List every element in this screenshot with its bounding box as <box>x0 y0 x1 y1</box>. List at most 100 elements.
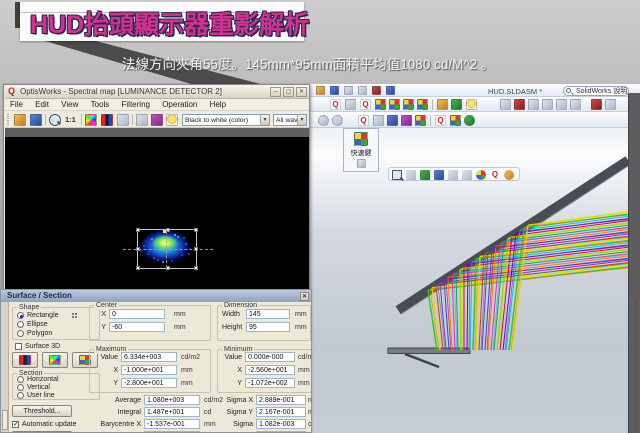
menu-file[interactable]: File <box>5 99 28 109</box>
filter-icon[interactable] <box>151 114 163 126</box>
drawing-icon[interactable] <box>605 99 616 110</box>
undo-icon[interactable] <box>358 86 367 95</box>
shape-ellipse-radio[interactable] <box>17 321 24 328</box>
material-icon[interactable] <box>401 115 412 126</box>
select-icon[interactable] <box>406 170 416 180</box>
section-userline-radio[interactable] <box>17 392 24 399</box>
max-x-input[interactable] <box>121 365 177 375</box>
lamp-icon[interactable] <box>166 114 178 126</box>
exploded-view-icon[interactable] <box>591 99 602 110</box>
resize-handle[interactable] <box>194 266 198 270</box>
menu-edit[interactable]: Edit <box>30 99 54 109</box>
mate-icon[interactable] <box>514 99 525 110</box>
resize-handle[interactable] <box>136 228 140 232</box>
clipboard-icon[interactable] <box>136 114 148 126</box>
resize-handle[interactable] <box>194 247 198 251</box>
sketch-icon[interactable] <box>556 99 567 110</box>
wavelength-dropdown[interactable]: All wavelengths ▾ <box>273 114 307 126</box>
center-y-input[interactable] <box>109 322 165 332</box>
resize-handle[interactable] <box>136 247 140 251</box>
color-triangle-icon[interactable] <box>85 114 97 126</box>
zoom-icon[interactable] <box>49 114 61 126</box>
previous-view-icon[interactable] <box>318 115 329 126</box>
quick-key-float[interactable]: 快速鍵 <box>343 128 379 172</box>
min-x-input[interactable] <box>245 365 295 375</box>
optis-simulation-icon[interactable]: Q <box>358 115 369 126</box>
move-dots-icon[interactable] <box>71 312 78 319</box>
menu-view[interactable]: View <box>56 99 83 109</box>
save-icon[interactable] <box>330 86 339 95</box>
zoom-fit-icon[interactable] <box>392 170 402 180</box>
minimize-button[interactable]: ─ <box>270 87 281 97</box>
width-input[interactable] <box>246 309 290 319</box>
max-value-input[interactable] <box>121 352 177 362</box>
new-document-icon[interactable] <box>316 86 325 95</box>
result-grid-icon[interactable] <box>417 99 428 110</box>
torch-icon[interactable] <box>437 99 448 110</box>
close-button[interactable]: ✕ <box>296 87 307 97</box>
section-vertical-radio[interactable] <box>17 384 24 391</box>
shape-rectangle-radio[interactable] <box>17 312 24 319</box>
open-file-icon[interactable] <box>14 114 26 126</box>
print-icon[interactable] <box>344 86 353 95</box>
assembly-icon[interactable] <box>570 99 581 110</box>
feature-icon[interactable] <box>542 99 553 110</box>
shield-icon[interactable] <box>451 99 462 110</box>
part-cube-icon[interactable] <box>373 115 384 126</box>
sigma-y-input[interactable] <box>256 407 306 417</box>
wireframe-icon[interactable] <box>462 170 472 180</box>
menu-help[interactable]: Help <box>205 99 231 109</box>
display-modes-icon[interactable] <box>434 170 444 180</box>
colormap-dropdown[interactable]: Black to white (color) ▾ <box>182 114 270 126</box>
section-horizontal-radio[interactable] <box>17 376 24 383</box>
resize-handle[interactable] <box>166 228 170 232</box>
resize-handle[interactable] <box>136 266 140 270</box>
color-triangle-button[interactable] <box>42 352 68 368</box>
optis-result-icon[interactable]: Q <box>435 115 446 126</box>
panel-titlebar[interactable]: Surface / Section ✕ <box>1 290 311 302</box>
shaded-cube-icon[interactable] <box>420 170 430 180</box>
pointer-icon[interactable] <box>345 99 356 110</box>
window-grid-icon[interactable] <box>415 115 426 126</box>
resize-handle[interactable] <box>194 228 198 232</box>
surface-3d-checkbox[interactable] <box>15 343 22 350</box>
render-ball-icon[interactable] <box>504 170 514 180</box>
simulation-grid-icon[interactable] <box>403 99 414 110</box>
one-to-one-icon[interactable]: 1:1 <box>65 115 76 124</box>
menu-operation[interactable]: Operation <box>157 99 202 109</box>
menu-tools[interactable]: Tools <box>86 99 115 109</box>
menu-filtering[interactable]: Filtering <box>117 99 155 109</box>
next-view-icon[interactable] <box>332 115 343 126</box>
rgb-levels-icon[interactable] <box>101 114 113 126</box>
component-icon[interactable] <box>528 99 539 110</box>
min-y-input[interactable] <box>245 378 295 388</box>
scrollbar-thumb[interactable] <box>2 410 8 430</box>
integral-input[interactable] <box>144 407 200 417</box>
lamp-icon[interactable] <box>466 99 477 110</box>
threshold-button[interactable]: Threshold... <box>12 405 72 417</box>
toolbar-grip[interactable] <box>7 114 9 125</box>
sigma-x-input[interactable] <box>256 395 306 405</box>
tool-icon[interactable] <box>500 99 511 110</box>
shape-polygon-radio[interactable] <box>17 330 24 337</box>
center-x-input[interactable] <box>109 309 165 319</box>
rebuild-icon[interactable] <box>372 86 381 95</box>
detector-map-icon[interactable] <box>375 99 386 110</box>
max-y-input[interactable] <box>121 378 177 388</box>
resize-handle[interactable] <box>166 266 170 270</box>
section-view-icon[interactable] <box>448 170 458 180</box>
automatic-update-checkbox[interactable] <box>12 421 19 428</box>
sigma-input[interactable] <box>256 419 306 429</box>
optis-q-icon[interactable]: Q <box>330 99 341 110</box>
save-icon[interactable] <box>30 114 42 126</box>
panel-close-icon[interactable]: ✕ <box>300 292 309 301</box>
average-input[interactable] <box>144 395 200 405</box>
appearance-pie-icon[interactable] <box>476 170 486 180</box>
rgb-map-button[interactable] <box>12 352 38 368</box>
crop-icon[interactable] <box>117 114 129 126</box>
globe-icon[interactable] <box>464 115 475 126</box>
panel-scrollbar[interactable] <box>1 302 9 433</box>
barycentre-x-input[interactable] <box>144 419 200 429</box>
optis-q-icon[interactable]: Q <box>490 170 500 180</box>
options-icon[interactable] <box>386 86 395 95</box>
